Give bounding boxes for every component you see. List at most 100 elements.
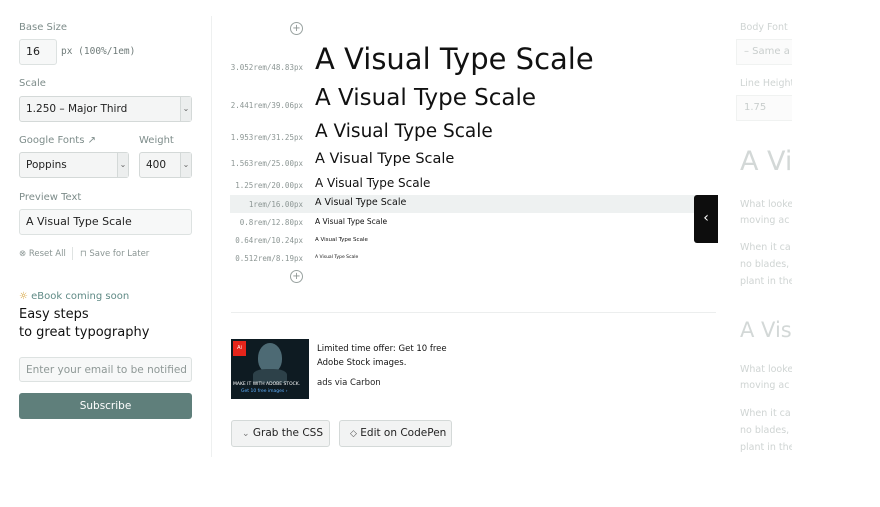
- preview-line: moving ac: [740, 380, 790, 391]
- scale-measure: 1rem/16.00px: [248, 200, 303, 209]
- base-size-label: Base Size: [19, 22, 68, 33]
- save-for-later-label: Save for Later: [89, 249, 150, 259]
- edit-codepen-label: Edit on CodePen: [360, 427, 447, 439]
- scale-measure: 1.563rem/25.00px: [230, 159, 303, 168]
- preview-line: no blades,: [740, 425, 790, 436]
- scale-row[interactable]: 3.052rem/48.83px A Visual Type Scale: [230, 42, 716, 76]
- add-step-below-icon[interactable]: +: [290, 270, 303, 283]
- preview-line: no blades,: [740, 259, 790, 270]
- scale-sample: A Visual Type Scale: [315, 85, 537, 111]
- ad-image-text-1: MAKE IT WITH ADOBE STOCK.: [233, 382, 301, 387]
- scale-measure: 0.64rem/10.24px: [235, 236, 303, 245]
- chevron-down-icon: ⌄: [180, 153, 191, 177]
- scale-sample: A Visual Type Scale: [315, 237, 368, 243]
- preview-paragraph-1: What looke moving ac: [740, 197, 792, 229]
- preview-line: moving ac: [740, 215, 790, 226]
- scale-sample: A Visual Type Scale: [315, 255, 359, 260]
- preview-line: What looke: [740, 364, 792, 375]
- ad-image[interactable]: Ai MAKE IT WITH ADOBE STOCK. Get 10 free…: [231, 339, 309, 399]
- preview-line: What looke: [740, 199, 792, 210]
- reset-all-button[interactable]: ⊗ Reset All: [19, 249, 66, 259]
- font-select-value: Poppins: [26, 159, 67, 171]
- add-step-above-icon[interactable]: +: [290, 22, 303, 35]
- scale-select[interactable]: 1.250 – Major Third ⌄: [19, 96, 192, 122]
- line-height-label: Line Height: [740, 78, 792, 89]
- preview-paragraph-2: When it ca no blades, plant in the: [740, 239, 792, 290]
- scale-row[interactable]: 2.441rem/39.06px A Visual Type Scale: [230, 85, 716, 112]
- google-fonts-label: Google Fonts ↗: [19, 135, 96, 146]
- reset-icon: ⊗: [19, 249, 27, 259]
- preview-line: plant in the: [740, 442, 792, 453]
- scale-row[interactable]: 1.25rem/20.00px A Visual Type Scale: [230, 176, 716, 192]
- preview-paragraph-3: What looke moving ac: [740, 362, 792, 394]
- reset-all-label: Reset All: [28, 249, 66, 259]
- scale-select-value: 1.250 – Major Third: [26, 103, 128, 115]
- scale-measure: 0.512rem/8.19px: [235, 254, 303, 263]
- section-divider: [231, 312, 716, 313]
- scale-sample: A Visual Type Scale: [315, 121, 493, 142]
- scale-label: Scale: [19, 78, 46, 89]
- adobe-logo: Ai: [233, 341, 246, 356]
- weight-label: Weight: [139, 135, 174, 146]
- ebook-title-line2: to great typography: [19, 325, 150, 340]
- scale-sample: A Visual Type Scale: [315, 42, 594, 76]
- scale-measure: 2.441rem/39.06px: [230, 101, 303, 110]
- grab-css-label: Grab the CSS: [252, 427, 324, 439]
- line-height-input[interactable]: 1.75: [736, 95, 792, 121]
- ad-line-2: Adobe Stock images.: [317, 358, 407, 368]
- ebook-label: eBook coming soon: [31, 291, 130, 302]
- preview-heading-2: A Vis: [740, 318, 792, 342]
- ad-copy[interactable]: Limited time offer: Get 10 free Adobe St…: [317, 342, 447, 370]
- scale-row[interactable]: 0.8rem/12.80px A Visual Type Scale: [230, 216, 716, 229]
- subscribe-button[interactable]: Subscribe: [19, 393, 192, 419]
- scale-measure: 0.8rem/12.80px: [239, 218, 303, 227]
- scale-sample: A Visual Type Scale: [315, 197, 407, 208]
- preview-line: When it ca: [740, 242, 791, 253]
- preview-text-label: Preview Text: [19, 192, 82, 203]
- weight-select-value: 400: [146, 159, 167, 171]
- edit-codepen-button[interactable]: ◇ Edit on CodePen: [339, 420, 452, 447]
- sidebar-divider: [211, 16, 212, 457]
- panel-toggle-button[interactable]: ‹: [694, 195, 718, 243]
- bookmark-icon: ⊓: [80, 249, 87, 259]
- scale-row[interactable]: 1.953rem/31.25px A Visual Type Scale: [230, 121, 716, 143]
- google-fonts-label-text: Google Fonts: [19, 135, 85, 146]
- scale-sample: A Visual Type Scale: [315, 217, 388, 226]
- chevron-down-icon: ⌄: [180, 97, 191, 121]
- preview-heading-1: A Vi: [740, 146, 792, 177]
- save-for-later-button[interactable]: ⊓ Save for Later: [80, 249, 149, 259]
- codepen-icon: ◇: [350, 429, 357, 439]
- chevron-down-icon: ⌄: [117, 153, 128, 177]
- preview-paragraph-4: When it ca no blades, plant in the: [740, 405, 792, 456]
- shoulders-shape: [253, 369, 287, 383]
- body-font-select[interactable]: – Same a: [736, 39, 792, 65]
- grab-css-button[interactable]: ⌄ Grab the CSS: [231, 420, 330, 447]
- ad-image-text-2: Get 10 free images ›: [241, 389, 288, 394]
- scale-sample: A Visual Type Scale: [315, 151, 455, 167]
- action-divider: [72, 247, 73, 260]
- ebook-title-line1: Easy steps: [19, 307, 89, 322]
- ads-via-carbon-link[interactable]: ads via Carbon: [317, 378, 381, 388]
- preview-text-input[interactable]: A Visual Type Scale: [19, 209, 192, 235]
- scale-row-active[interactable]: 1rem/16.00px A Visual Type Scale: [230, 195, 716, 213]
- lightbulb-icon: ☼: [19, 291, 28, 302]
- base-size-unit: px (100%/1em): [61, 46, 136, 57]
- scale-row[interactable]: 0.64rem/10.24px A Visual Type Scale: [230, 235, 716, 247]
- chevron-down-icon: ⌄: [242, 429, 250, 439]
- preview-line: plant in the: [740, 276, 792, 287]
- weight-select[interactable]: 400 ⌄: [139, 152, 192, 178]
- chevron-left-icon: ‹: [703, 210, 709, 226]
- body-font-label: Body Font: [740, 22, 788, 33]
- scale-measure: 3.052rem/48.83px: [230, 63, 303, 72]
- scale-row[interactable]: 0.512rem/8.19px A Visual Type Scale: [230, 254, 716, 265]
- ad-line-1: Limited time offer: Get 10 free: [317, 344, 447, 354]
- preview-panel: Body Font – Same a Line Height 1.75 A Vi…: [716, 0, 792, 456]
- base-size-input[interactable]: 16: [19, 39, 57, 65]
- font-select[interactable]: Poppins ⌄: [19, 152, 129, 178]
- scale-sample: A Visual Type Scale: [315, 176, 431, 190]
- preview-line: When it ca: [740, 408, 791, 419]
- email-input[interactable]: Enter your email to be notified: [19, 357, 192, 382]
- ebook-title: Easy steps to great typography: [19, 306, 149, 342]
- scale-row[interactable]: 1.563rem/25.00px A Visual Type Scale: [230, 151, 716, 169]
- external-link-icon[interactable]: ↗: [88, 135, 96, 146]
